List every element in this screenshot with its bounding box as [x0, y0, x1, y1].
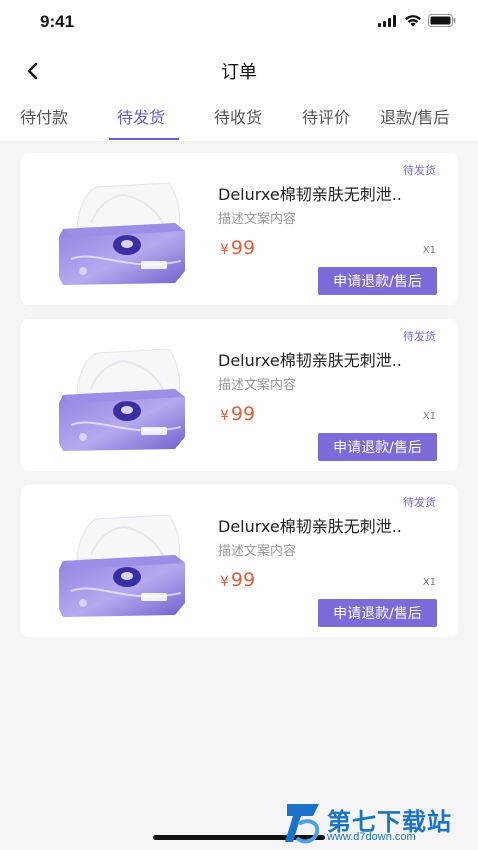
tab-pending-payment[interactable]: 待付款 — [20, 104, 68, 134]
signal-icon — [378, 14, 396, 27]
price-value: 99 — [230, 237, 256, 259]
refund-aftersale-button[interactable]: 申请退款/售后 — [318, 599, 437, 627]
status-icons — [378, 14, 456, 27]
tab-pending-review[interactable]: 待评价 — [302, 104, 350, 134]
currency-symbol: ¥ — [220, 242, 229, 258]
product-price: ¥99 — [220, 403, 255, 425]
watermark-url: www.d7down.com — [327, 831, 416, 843]
product-description: 描述文案内容 — [218, 212, 297, 227]
currency-symbol: ¥ — [220, 574, 229, 590]
order-card[interactable]: 待发货 Delurxe棉韧亲肤无刺泄.. 描述文案内容 ¥99 X1 申请退款/… — [21, 153, 458, 305]
product-price: ¥99 — [220, 569, 255, 591]
product-description: 描述文案内容 — [218, 378, 297, 393]
product-name[interactable]: Delurxe棉韧亲肤无刺泄.. — [218, 513, 402, 537]
product-description: 描述文案内容 — [218, 544, 297, 559]
order-status-label: 待发货 — [403, 164, 436, 177]
product-name[interactable]: Delurxe棉韧亲肤无刺泄.. — [218, 347, 402, 371]
product-quantity: X1 — [422, 411, 436, 422]
order-card[interactable]: 待发货 Delurxe棉韧亲肤无刺泄.. 描述文案内容 ¥99 X1 申请退款/… — [21, 319, 458, 471]
tab-pending-shipment[interactable]: 待发货 — [117, 104, 165, 134]
refund-aftersale-button[interactable]: 申请退款/售后 — [318, 433, 437, 461]
order-status-label: 待发货 — [403, 496, 436, 509]
watermark: 第七下载站 www.d7down.com — [283, 798, 473, 848]
order-status-label: 待发货 — [403, 330, 436, 343]
watermark-logo-icon — [285, 804, 320, 844]
nav-bar: 订单 — [0, 46, 478, 96]
wifi-icon — [405, 15, 421, 27]
product-image — [59, 349, 185, 451]
product-image — [59, 183, 185, 285]
price-value: 99 — [230, 403, 256, 425]
status-time: 9:41 — [40, 12, 75, 31]
currency-symbol: ¥ — [220, 408, 229, 424]
product-name[interactable]: Delurxe棉韧亲肤无刺泄.. — [218, 181, 402, 205]
price-value: 99 — [230, 569, 256, 591]
product-image — [59, 515, 185, 617]
product-quantity: X1 — [422, 245, 436, 256]
battery-icon — [428, 14, 456, 27]
tab-pending-receipt[interactable]: 待收货 — [214, 104, 262, 134]
page-title: 订单 — [221, 62, 257, 83]
product-quantity: X1 — [422, 577, 436, 588]
tab-refund-aftersale[interactable]: 退款/售后 — [380, 104, 449, 134]
order-card[interactable]: 待发货 Delurxe棉韧亲肤无刺泄.. 描述文案内容 ¥99 X1 申请退款/… — [21, 485, 458, 637]
refund-aftersale-button[interactable]: 申请退款/售后 — [318, 267, 437, 295]
order-tabs: 待付款 待发货 待收货 待评价 退款/售后 — [0, 96, 478, 142]
product-price: ¥99 — [220, 237, 255, 259]
status-bar: 9:41 — [0, 0, 478, 46]
active-tab-indicator — [109, 138, 179, 140]
